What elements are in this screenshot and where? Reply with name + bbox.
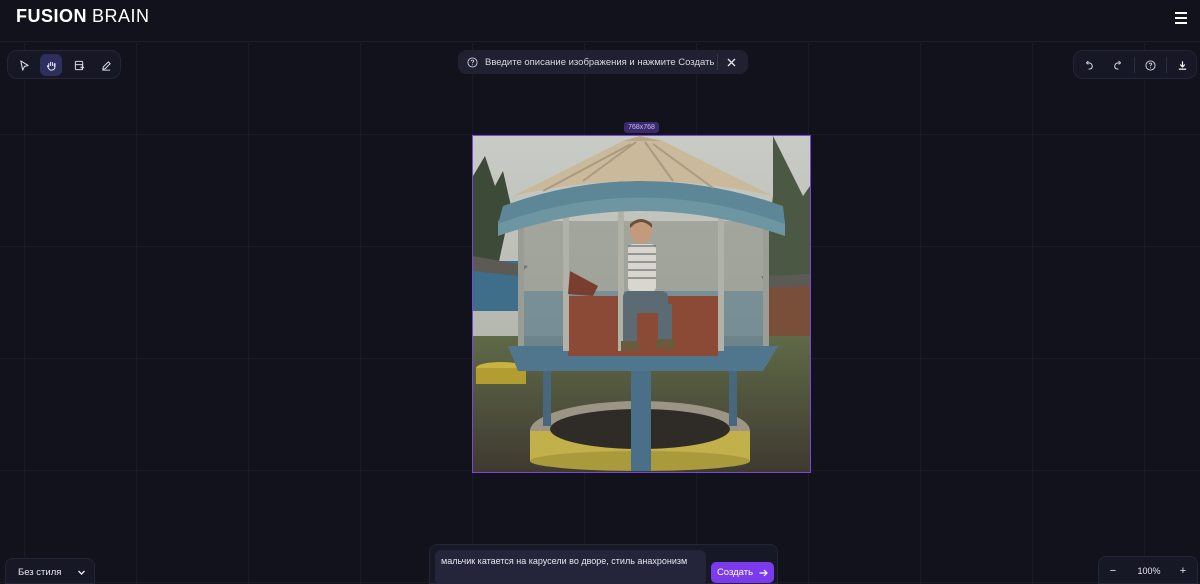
create-button-label: Создать bbox=[716, 567, 754, 578]
zoom-level: 100% bbox=[1137, 566, 1161, 576]
prompt-panel: мальчик катается на карусели во дворе, с… bbox=[429, 544, 778, 584]
canvas-tools-panel bbox=[7, 50, 121, 79]
style-dropdown[interactable]: Без стиля bbox=[5, 558, 95, 584]
history-tools-panel bbox=[1073, 50, 1197, 79]
close-icon[interactable] bbox=[724, 55, 738, 69]
style-dropdown-value: Без стиля bbox=[18, 567, 62, 578]
hamburger-menu-icon[interactable] bbox=[1174, 10, 1188, 24]
prompt-input[interactable]: мальчик катается на карусели во дворе, с… bbox=[435, 550, 706, 584]
logo-primary: FUSION bbox=[16, 6, 88, 26]
arrow-right-icon bbox=[759, 569, 768, 576]
create-button[interactable]: Создать bbox=[711, 562, 774, 583]
cursor-icon[interactable] bbox=[13, 54, 35, 76]
hint-text: Введите описание изображения и нажмите С… bbox=[485, 56, 715, 68]
toolbar-divider bbox=[1134, 57, 1135, 73]
zoom-in-button[interactable]: + bbox=[1176, 564, 1190, 578]
plus-icon: + bbox=[1179, 565, 1187, 577]
zoom-out-button[interactable]: − bbox=[1106, 564, 1120, 578]
help-circle-icon[interactable] bbox=[1139, 54, 1161, 76]
help-circle-icon bbox=[467, 56, 478, 68]
logo-secondary: BRAIN bbox=[92, 6, 150, 26]
top-bar: FUSION BRAIN bbox=[0, 0, 1200, 42]
carousel-picture bbox=[473, 136, 810, 472]
chevron-down-icon bbox=[78, 570, 85, 575]
zoom-control: − 100% + bbox=[1098, 556, 1198, 584]
download-icon[interactable] bbox=[1171, 54, 1193, 76]
minus-icon: − bbox=[1109, 565, 1117, 577]
pencil-icon[interactable] bbox=[95, 54, 117, 76]
hand-icon[interactable] bbox=[40, 54, 62, 76]
redo-icon[interactable] bbox=[1106, 54, 1128, 76]
hint-divider bbox=[717, 54, 718, 70]
toolbar-divider bbox=[1166, 57, 1167, 73]
image-size-badge: 768x768 bbox=[624, 122, 659, 133]
image-frame-icon[interactable] bbox=[68, 54, 90, 76]
hint-banner: Введите описание изображения и нажмите С… bbox=[458, 50, 748, 74]
app-logo[interactable]: FUSION BRAIN bbox=[16, 6, 150, 27]
undo-icon[interactable] bbox=[1078, 54, 1100, 76]
generated-image[interactable] bbox=[472, 135, 811, 473]
